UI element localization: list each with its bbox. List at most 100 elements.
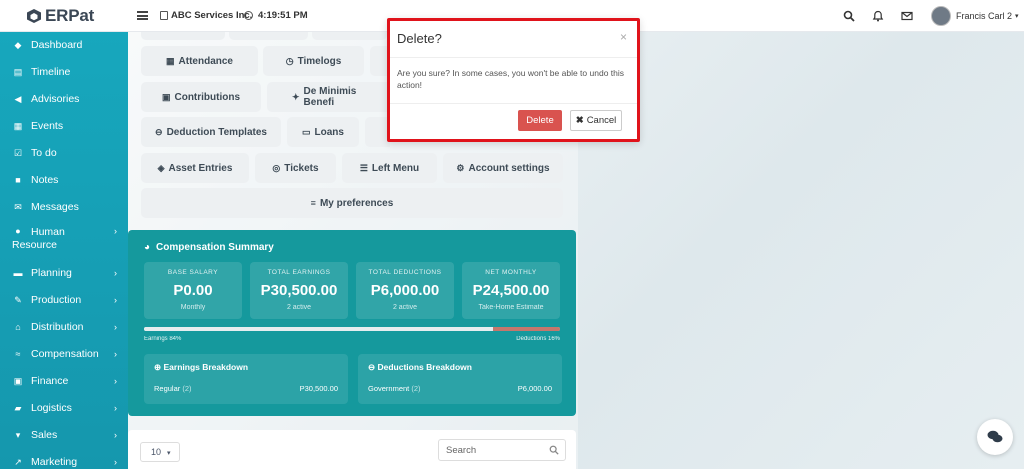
sidebar-item-compensation[interactable]: ≈ Compensation ›	[0, 342, 128, 366]
shortcut-label: De Minimis Benefi	[303, 86, 357, 108]
stat-label: TOTAL DEDUCTIONS	[368, 269, 442, 276]
search-input[interactable]: Search	[438, 439, 566, 461]
table-panel: 10 ▾ Search	[128, 430, 576, 469]
sidebar-item-label: Advisories	[31, 93, 80, 105]
sidebar-item-events[interactable]: ▦ Events	[0, 114, 128, 138]
chevron-right-icon: ›	[114, 268, 117, 278]
delete-confirm-modal: Delete? × Are you sure? In some cases, y…	[387, 18, 640, 142]
shortcut-de-minimis[interactable]: ✦ De Minimis Benefi	[267, 82, 387, 112]
clock: 4:19:51 PM	[244, 10, 308, 21]
shortcut-deduction-templates[interactable]: ⊖ Deduction Templates	[141, 117, 281, 147]
breakdown-item: Government	[368, 384, 410, 393]
calendar-icon: ▦	[13, 120, 23, 131]
bell-icon[interactable]	[872, 10, 884, 22]
cancel-button[interactable]: ✖ Cancel	[570, 110, 622, 131]
sidebar-item-messages[interactable]: ✉ Messages	[0, 195, 128, 219]
x-icon: ✖	[575, 115, 584, 126]
chevron-right-icon: ›	[114, 430, 117, 440]
building-icon	[160, 11, 168, 20]
shortcut-loans[interactable]: ▭ Loans	[287, 117, 359, 147]
gift-icon: ✦	[292, 91, 300, 102]
sidebar-item-distribution[interactable]: ⌂ Distribution ›	[0, 315, 128, 339]
close-icon[interactable]: ×	[620, 30, 627, 44]
shortcut-attendance[interactable]: ▦ Attendance	[141, 46, 258, 76]
page-size-select[interactable]: 10 ▾	[140, 442, 180, 462]
money-icon: ▣	[13, 375, 23, 386]
sidebar-item-timeline[interactable]: ▤ Timeline	[0, 60, 128, 84]
sidebar-item-production[interactable]: ✎ Production ›	[0, 288, 128, 312]
stat-value: P6,000.00	[370, 282, 440, 299]
shortcut-timelogs[interactable]: ◷ Timelogs	[263, 46, 364, 76]
sidebar-item-notes[interactable]: ■ Notes	[0, 168, 128, 192]
app-logo[interactable]: ERPat	[26, 5, 98, 27]
gear-icon: ⚙	[456, 162, 465, 173]
palette-icon: ◆	[14, 39, 22, 50]
sidebar-item-dashboard[interactable]: ◆ Dashboard	[0, 33, 128, 57]
mail-icon[interactable]	[901, 10, 913, 22]
sidebar-item-advisories[interactable]: ◀ Advisories	[0, 87, 128, 111]
divider	[390, 57, 637, 58]
sidebar-item-human-resource[interactable]: ● Human Resource ›	[0, 220, 128, 254]
stat-label: NET MONTHLY	[485, 269, 537, 276]
pie-chart-icon: ◕	[144, 242, 151, 253]
sidebar-item-label: Compensation	[31, 348, 99, 360]
sidebar-item-planning[interactable]: ▬ Planning ›	[0, 261, 128, 285]
checkbox-icon: ☑	[13, 147, 23, 158]
sidebar-item-todo[interactable]: ☑ To do	[0, 141, 128, 165]
sidebar-item-label: Notes	[31, 174, 59, 186]
sidebar-item-label-line2: Resource	[12, 239, 57, 251]
shortcut-contributions[interactable]: ▣ Contributions	[141, 82, 261, 112]
shortcut-label: Tickets	[284, 162, 319, 174]
cancel-label: Cancel	[586, 115, 617, 126]
sliders-icon: ≡	[310, 198, 316, 208]
chat-button[interactable]	[977, 419, 1013, 455]
stat-net-monthly: NET MONTHLY P24,500.00 Take-Home Estimate	[462, 262, 560, 319]
search-icon[interactable]	[843, 10, 855, 22]
users-icon: ●	[15, 226, 21, 236]
tools-icon: ✎	[14, 294, 22, 305]
sidebar-item-finance[interactable]: ▣ Finance ›	[0, 369, 128, 393]
breakdown-row: Government (2) P6,000.00	[368, 384, 552, 393]
search-placeholder: Search	[446, 445, 477, 456]
stat-total-deductions: TOTAL DEDUCTIONS P6,000.00 2 active	[356, 262, 454, 319]
company-name: ABC Services Inc.	[171, 10, 253, 21]
earnings-deductions-bar	[144, 327, 560, 331]
clock-icon: ◷	[285, 55, 294, 66]
sidebar-toggle-icon[interactable]	[137, 11, 148, 20]
delete-button[interactable]: Delete	[518, 110, 562, 131]
stat-label: TOTAL EARNINGS	[267, 269, 331, 276]
shortcut-button-partial[interactable]	[229, 32, 308, 40]
chevron-down-icon: ▾	[1015, 13, 1019, 20]
credit-card-icon: ▭	[302, 126, 311, 137]
shortcut-left-menu[interactable]: ☰ Left Menu	[342, 153, 437, 183]
shortcut-label: Timelogs	[297, 55, 342, 67]
stat-value: P0.00	[173, 282, 213, 299]
handshake-icon: ≈	[15, 349, 21, 359]
chevron-right-icon: ›	[114, 295, 117, 305]
shortcut-tickets[interactable]: ◎ Tickets	[255, 153, 336, 183]
cart-icon: ▾	[15, 429, 21, 440]
card-title-text: Compensation Summary	[156, 242, 274, 253]
sidebar-item-label: Planning	[31, 267, 72, 279]
modal-title: Delete?	[397, 31, 442, 46]
sidebar-item-label-line1: Human	[31, 226, 65, 238]
shortcut-button-partial[interactable]	[141, 32, 225, 40]
chevron-right-icon: ›	[114, 457, 117, 467]
earnings-breakdown: ⊕ Earnings Breakdown Regular (2) P30,500.…	[144, 354, 348, 404]
sidebar-item-logistics[interactable]: ▰ Logistics ›	[0, 396, 128, 420]
breakdown-count: (2)	[411, 384, 421, 393]
user-menu[interactable]: Francis Carl 2 ▾	[931, 6, 1019, 26]
breakdown-row: Regular (2) P30,500.00	[154, 384, 338, 393]
megaphone-icon: ◀	[14, 93, 22, 104]
stat-sub: 2 active	[392, 304, 418, 311]
stat-sub: 2 active	[286, 304, 312, 311]
sidebar-item-label: Messages	[31, 201, 79, 213]
shortcut-button-partial[interactable]	[312, 32, 387, 40]
shortcut-asset-entries[interactable]: ◈ Asset Entries	[141, 153, 249, 183]
shortcut-account-settings[interactable]: ⚙ Account settings	[443, 153, 563, 183]
stat-value: P24,500.00	[472, 282, 550, 299]
shortcut-my-preferences[interactable]: ≡ My preferences	[141, 188, 563, 218]
company-selector[interactable]: ABC Services Inc.	[160, 10, 252, 21]
sidebar-item-sales[interactable]: ▾ Sales ›	[0, 423, 128, 447]
sidebar-item-marketing[interactable]: ↗ Marketing ›	[0, 450, 128, 474]
